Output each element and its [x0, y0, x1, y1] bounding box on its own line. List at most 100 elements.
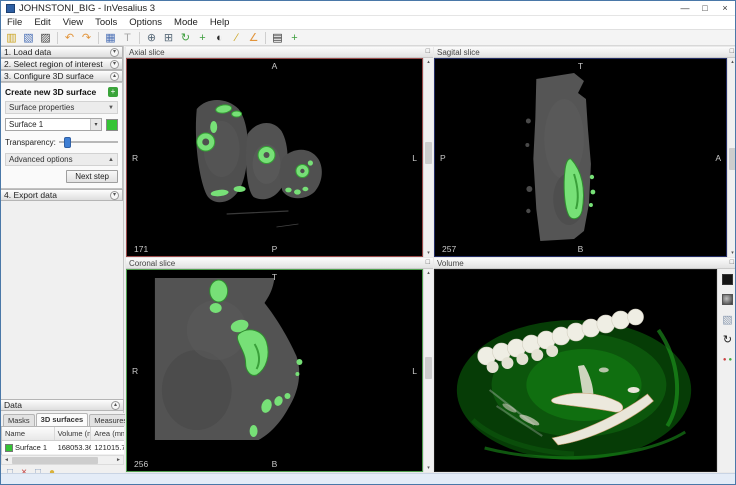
chevron-up-icon[interactable]: ▴ — [111, 401, 120, 410]
tab-3d-surfaces[interactable]: 3D surfaces — [36, 413, 89, 426]
coronal-canvas[interactable]: T B R L 256 — [126, 269, 423, 472]
toolbar-separator — [265, 32, 266, 44]
measure-angle-icon[interactable]: ∠ — [245, 31, 262, 45]
menu-options[interactable]: Options — [123, 16, 168, 30]
maximize-button[interactable]: □ — [695, 1, 715, 15]
horizontal-scrollbar[interactable]: ◄ ► — [1, 455, 124, 465]
undo-icon[interactable]: ↶ — [61, 31, 78, 45]
chevron-up-icon[interactable]: ▴ — [110, 72, 119, 81]
data-panel-header[interactable]: Data ▴ — [1, 399, 124, 411]
rotate-icon[interactable]: ↻ — [177, 31, 194, 45]
scroll-up-icon[interactable]: ▴ — [424, 270, 433, 276]
text-overlay-icon[interactable]: T — [119, 31, 136, 45]
scrollbar-thumb[interactable] — [12, 457, 98, 464]
slider-thumb[interactable] — [64, 137, 71, 148]
axial-canvas[interactable]: A P R L 171 — [126, 58, 423, 257]
close-button[interactable]: × — [715, 1, 735, 15]
save-project-icon[interactable]: ▨ — [37, 31, 54, 45]
next-step-button[interactable]: Next step — [66, 170, 118, 183]
scrollbar-thumb[interactable] — [425, 142, 432, 164]
sagittal-canvas[interactable]: T B P A 257 — [434, 58, 727, 257]
panel-select-roi[interactable]: 2. Select region of interest ▾ — [1, 58, 123, 70]
scrollbar-thumb[interactable] — [425, 357, 432, 379]
redo-icon[interactable]: ↷ — [78, 31, 95, 45]
coronal-viewport: Coronal slice □ — [126, 258, 433, 472]
window-title: JOHNSTONI_BIG - InVesalius 3 — [19, 3, 675, 14]
menu-mode[interactable]: Mode — [168, 16, 204, 30]
chevron-down-icon[interactable]: ▾ — [90, 119, 101, 130]
import-data-icon[interactable]: ▥ — [3, 31, 20, 45]
stereo-icon[interactable]: ● ● — [721, 353, 734, 366]
scroll-down-icon[interactable]: ▾ — [424, 250, 433, 256]
view-preset-icon[interactable] — [721, 293, 734, 306]
advanced-options-header[interactable]: Advanced options ▲ — [5, 153, 118, 166]
orientation-label-right: A — [715, 153, 721, 163]
minimize-button[interactable]: — — [675, 1, 695, 15]
menu-edit[interactable]: Edit — [28, 16, 56, 30]
volume-header[interactable]: Volume □ — [434, 258, 736, 269]
surface-color-swatch[interactable] — [106, 119, 118, 131]
maximize-icon[interactable]: □ — [730, 48, 734, 56]
toolbar-separator — [57, 32, 58, 44]
measure-distance-icon[interactable]: ∕ — [228, 31, 245, 45]
background-color-icon[interactable] — [721, 273, 734, 286]
window-layout-icon[interactable]: ▦ — [102, 31, 119, 45]
orientation-label-right: L — [412, 153, 417, 163]
chevron-down-icon[interactable]: ▾ — [110, 60, 119, 69]
col-volume: Volume (m... — [55, 427, 92, 440]
sagittal-header[interactable]: Sagital slice □ — [434, 47, 736, 58]
clip-cube-icon[interactable]: ▧ — [721, 313, 734, 326]
new-surface-icon[interactable]: + — [108, 87, 118, 97]
task-sidebar: 1. Load data ▾ 2. Select region of inter… — [1, 46, 124, 473]
scrollbar-thumb[interactable] — [729, 148, 736, 170]
surfaces-table: Name Volume (m... Area (mm²) Surface 1 1… — [1, 427, 124, 455]
slice-plane-icon[interactable]: ▤ — [269, 31, 286, 45]
panel-configure-surface[interactable]: 3. Configure 3D surface ▴ — [1, 70, 123, 82]
status-bar — [1, 473, 735, 485]
orientation-label-bottom: B — [272, 459, 278, 469]
scroll-down-icon[interactable]: ▾ — [728, 250, 736, 256]
maximize-icon[interactable]: □ — [426, 48, 430, 56]
sagittal-scrollbar[interactable]: ▴ ▾ — [727, 58, 736, 257]
axial-scrollbar[interactable]: ▴ ▾ — [423, 58, 433, 257]
panel-export-data[interactable]: 4. Export data ▾ — [1, 189, 123, 201]
scroll-up-icon[interactable]: ▴ — [728, 59, 736, 65]
scroll-left-icon[interactable]: ◄ — [2, 457, 11, 463]
add-mask-icon[interactable]: + — [286, 31, 303, 45]
menu-file[interactable]: File — [1, 16, 28, 30]
scroll-right-icon[interactable]: ► — [114, 457, 123, 463]
table-row[interactable]: Surface 1 168053.363 121015.752 — [2, 441, 124, 455]
toolbar-separator — [98, 32, 99, 44]
coronal-slice-image — [127, 270, 422, 471]
orientation-label-right: L — [412, 366, 417, 376]
chevron-down-icon[interactable]: ▾ — [110, 191, 119, 200]
open-project-icon[interactable]: ▧ — [20, 31, 37, 45]
scroll-up-icon[interactable]: ▴ — [424, 59, 433, 65]
chevron-down-icon[interactable]: ▾ — [110, 48, 119, 57]
menu-tools[interactable]: Tools — [89, 16, 123, 30]
maximize-icon[interactable]: □ — [426, 259, 430, 267]
panel-load-data[interactable]: 1. Load data ▾ — [1, 46, 123, 58]
tab-masks[interactable]: Masks — [3, 414, 35, 426]
contrast-icon[interactable]: ◐ — [211, 31, 228, 45]
orientation-label-left: R — [132, 366, 138, 376]
volume-canvas[interactable] — [434, 269, 717, 472]
menu-help[interactable]: Help — [204, 16, 236, 30]
orientation-label-top: T — [272, 272, 277, 282]
pan-icon[interactable]: + — [194, 31, 211, 45]
row-color-swatch[interactable] — [5, 444, 13, 452]
rotate-3d-icon[interactable]: ↻ — [721, 333, 734, 346]
zoom-region-icon[interactable]: ⊞ — [160, 31, 177, 45]
transparency-slider[interactable] — [59, 136, 118, 148]
zoom-icon[interactable]: ⊕ — [143, 31, 160, 45]
app-icon — [6, 4, 15, 13]
axial-header[interactable]: Axial slice □ — [126, 47, 433, 58]
menu-view[interactable]: View — [57, 16, 89, 30]
col-name: Name — [2, 427, 55, 440]
surface-select[interactable]: Surface 1 ▾ — [5, 118, 102, 131]
coronal-header[interactable]: Coronal slice □ — [126, 258, 433, 269]
surface-properties-header[interactable]: Surface properties ▼ — [5, 101, 118, 114]
maximize-icon[interactable]: □ — [730, 259, 734, 267]
coronal-scrollbar[interactable]: ▴ ▾ — [423, 269, 433, 472]
scroll-down-icon[interactable]: ▾ — [424, 465, 433, 471]
